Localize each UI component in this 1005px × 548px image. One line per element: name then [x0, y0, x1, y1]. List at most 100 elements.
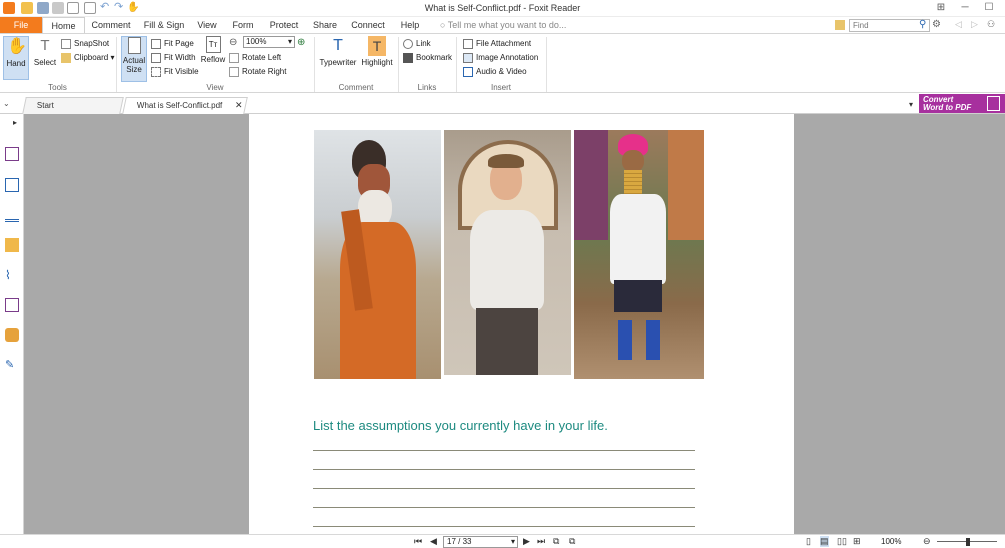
expand-pane-icon[interactable]: ▸	[13, 118, 17, 127]
next-view-icon[interactable]: ⧉	[569, 536, 575, 547]
page-icon	[127, 37, 141, 54]
image-annotation-label: Image Annotation	[476, 53, 539, 62]
fit-page-icon	[151, 39, 161, 49]
previous-page-icon[interactable]: ◀	[430, 536, 437, 547]
image-icon	[463, 53, 473, 63]
file-attachment-label: File Attachment	[476, 39, 532, 48]
search-settings-icon[interactable]	[835, 20, 845, 30]
continuous-facing-icon[interactable]: ⊞	[853, 536, 861, 547]
back-arrow-icon[interactable]: ◁	[955, 19, 962, 30]
hand-label: Hand	[6, 59, 26, 68]
zoom-out-icon[interactable]: ⊖	[229, 37, 237, 48]
tab-protect[interactable]: Protect	[265, 17, 303, 34]
rotate-right-icon	[229, 67, 239, 77]
page-number-input[interactable]: 17 / 33 ▾	[443, 536, 518, 548]
reflow-button[interactable]: Tт Reflow	[200, 36, 226, 64]
tab-list-icon[interactable]: ⌄	[3, 99, 10, 108]
actual-size-button[interactable]: Actual Size	[121, 36, 147, 82]
rotate-right-button[interactable]: Rotate Right	[229, 65, 286, 78]
snapshot-button[interactable]: SnapShot	[61, 37, 109, 50]
tab-form[interactable]: Form	[228, 17, 258, 34]
fit-visible-button[interactable]: Fit Visible	[151, 65, 199, 78]
tabs-dropdown-icon[interactable]: ▾	[909, 100, 913, 109]
gear-icon[interactable]: ⚙	[932, 19, 941, 30]
chevron-down-icon: ▾	[287, 37, 292, 46]
clipboard-button[interactable]: Clipboard ▾	[61, 51, 115, 64]
maximize-button[interactable]: ☐	[982, 2, 996, 13]
photo-kayan-woman	[574, 130, 704, 379]
tab-current-document[interactable]: What is Self-Conflict.pdf	[122, 97, 248, 114]
file-attachment-button[interactable]: File Attachment	[463, 37, 531, 50]
attachments-panel-icon[interactable]: ⌇	[5, 268, 19, 282]
continuous-page-icon[interactable]: ▤	[820, 536, 829, 547]
select-button[interactable]: T Select	[32, 36, 58, 67]
find-input[interactable]: Find	[849, 19, 930, 32]
media-icon	[463, 67, 473, 77]
zoom-slider-handle[interactable]	[966, 538, 970, 546]
next-page-icon[interactable]: ▶	[523, 536, 530, 547]
tab-help[interactable]: Help	[396, 17, 424, 34]
group-label-comment: Comment	[338, 83, 374, 92]
close-tab-icon[interactable]: ✕	[235, 100, 243, 111]
typewriter-button[interactable]: T Typewriter	[319, 36, 357, 67]
fit-page-button[interactable]: Fit Page	[151, 37, 194, 50]
last-page-icon[interactable]: ⏭	[537, 536, 545, 547]
bookmark-button[interactable]: Bookmark	[403, 51, 452, 64]
window-title: What is Self-Conflict.pdf - Foxit Reader	[424, 3, 581, 13]
title-bar: ↶ ↷ ✋ What is Self-Conflict.pdf - Foxit …	[0, 0, 1005, 17]
fit-page-label: Fit Page	[164, 39, 194, 48]
tell-me-box[interactable]: ○ Tell me what you want to do...	[440, 20, 566, 30]
zoom-in-icon[interactable]: ⊕	[297, 37, 305, 48]
tab-file[interactable]: File	[0, 17, 42, 34]
facing-page-icon[interactable]: ▯▯	[837, 536, 847, 547]
tab-start-label: Start	[36, 101, 54, 110]
minimize-button[interactable]: ─	[958, 2, 972, 13]
content-tools-icon[interactable]: ✎	[5, 358, 19, 372]
leg-band	[618, 320, 632, 360]
single-page-icon[interactable]: ▯	[806, 536, 811, 547]
audio-video-button[interactable]: Audio & Video	[463, 65, 527, 78]
first-page-icon[interactable]: ⏮	[414, 536, 422, 547]
writing-line	[313, 507, 695, 508]
account-icon[interactable]: ⚇	[987, 19, 995, 30]
layers-panel-icon[interactable]	[5, 208, 19, 222]
tab-connect[interactable]: Connect	[348, 17, 388, 34]
signature-panel-icon[interactable]	[5, 298, 19, 312]
security-lock-icon[interactable]	[5, 328, 19, 342]
bookmarks-panel-icon[interactable]	[5, 147, 19, 161]
group-label-links: Links	[417, 83, 437, 92]
previous-view-icon[interactable]: ⧉	[553, 536, 559, 547]
rotate-right-label: Rotate Right	[242, 67, 287, 76]
convert-banner[interactable]: Convert Word to PDF	[919, 94, 1005, 113]
ribbon-options-icon[interactable]: ⊞	[934, 2, 948, 13]
highlight-button[interactable]: T Highlight	[360, 36, 394, 67]
tab-view[interactable]: View	[193, 17, 221, 34]
ribbon-separator	[546, 37, 547, 92]
brass-neck-rings	[624, 170, 642, 196]
zoom-select[interactable]: 100% ▾	[243, 36, 295, 48]
image-annotation-button[interactable]: Image Annotation	[463, 51, 538, 64]
hand-button[interactable]: ✋ Hand	[3, 36, 29, 80]
hanging-fabrics	[574, 130, 608, 240]
hair	[488, 154, 524, 168]
document-tabs: ⌄ Start What is Self-Conflict.pdf ✕ ▾	[0, 94, 1005, 114]
tab-comment[interactable]: Comment	[88, 17, 134, 34]
comments-panel-icon[interactable]	[5, 238, 19, 252]
writing-line	[313, 526, 695, 527]
forward-arrow-icon[interactable]: ▷	[971, 19, 978, 30]
zoom-value: 100%	[246, 37, 267, 46]
pages-panel-icon[interactable]	[5, 178, 19, 192]
face	[622, 150, 644, 172]
clipboard-label: Clipboard	[74, 53, 109, 62]
writing-line	[313, 450, 695, 451]
fit-visible-label: Fit Visible	[164, 67, 199, 76]
zoom-out-icon[interactable]: ⊖	[923, 536, 931, 547]
tab-fill-sign[interactable]: Fill & Sign	[142, 17, 186, 34]
fit-width-button[interactable]: Fit Width	[151, 51, 196, 64]
rotate-left-button[interactable]: Rotate Left	[229, 51, 281, 64]
link-button[interactable]: Link	[403, 37, 431, 50]
tab-start[interactable]: Start	[22, 97, 124, 114]
actual-size-label-2: Size	[126, 65, 142, 74]
tab-share[interactable]: Share	[310, 17, 340, 34]
search-icon[interactable]: ⚲	[919, 19, 926, 30]
